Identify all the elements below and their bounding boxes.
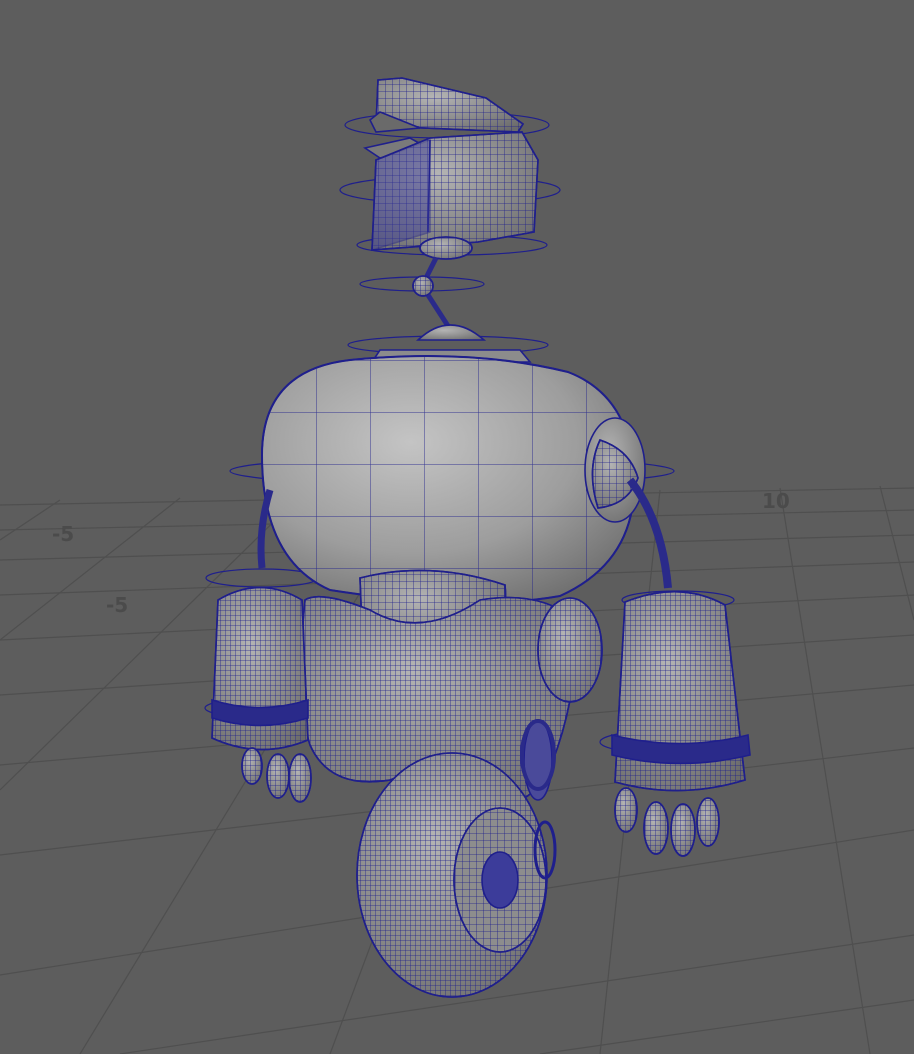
robot-left-hand[interactable] [241, 747, 312, 803]
grid-label-10: 10 [762, 489, 790, 513]
grid-label-neg5-b: -5 [106, 593, 128, 617]
robot-torso[interactable] [260, 355, 646, 604]
robot-right-arm[interactable] [611, 477, 751, 857]
robot-model[interactable] [204, 77, 751, 998]
robot-neck[interactable] [370, 236, 532, 363]
robot-right-hand[interactable] [614, 787, 720, 857]
grid-label-neg5-a: -5 [52, 522, 74, 546]
maya-viewport[interactable]: 10 -5 -5 [0, 0, 914, 1054]
